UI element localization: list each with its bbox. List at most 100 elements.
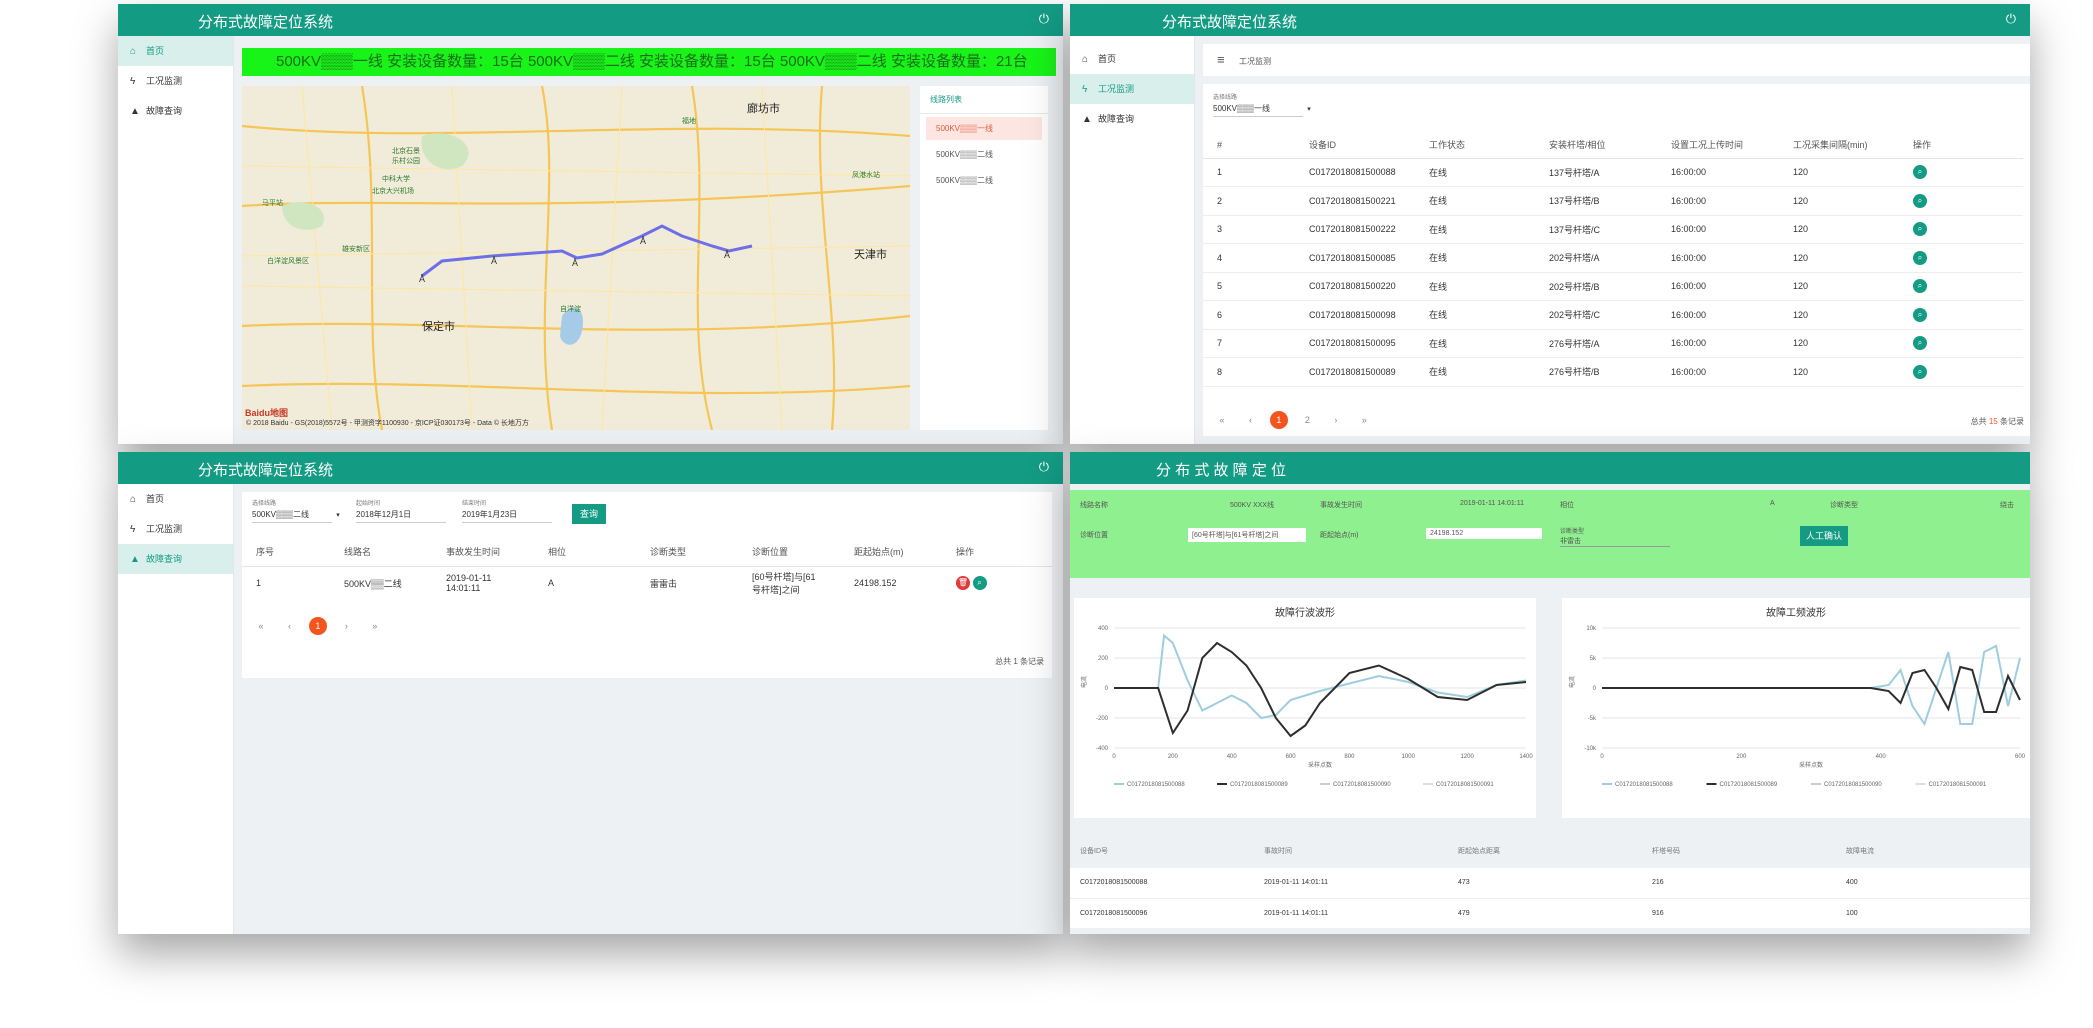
pagination: « ‹ 1 2 › » xyxy=(1213,410,1379,429)
start-date-field[interactable]: 起始时间 2018年12月1日 xyxy=(356,498,446,523)
line-select[interactable]: 选择线路 500KV▒▒▒二线 ▾ xyxy=(252,498,340,523)
page-prev[interactable]: ‹ xyxy=(280,617,298,635)
table-header-row: # 设备ID 工作状态 安装杆塔/相位 设置工况上传时间 工况采集间隔(min)… xyxy=(1203,132,2023,158)
power-icon[interactable]: ⏻ xyxy=(2006,11,2016,27)
manual-type-select[interactable]: 非雷击 xyxy=(1560,536,1670,547)
y-axis-label: 电流 xyxy=(1568,676,1576,688)
sidebar-item-fault[interactable]: ▲ 故障查询 xyxy=(1070,104,1194,134)
sidebar: ⌂ 首页 ϟ 工况监测 ▲ 故障查询 xyxy=(1070,36,1195,444)
table-cell-action: ⌕ xyxy=(1912,244,2023,273)
legend-label[interactable]: C0172018081500090 xyxy=(1824,782,1882,788)
search-icon[interactable]: ⌕ xyxy=(1913,250,1927,265)
legend-label[interactable]: C0172018081500091 xyxy=(1436,782,1494,788)
line-list-header: 线路列表 xyxy=(920,86,1048,114)
map-place-label: 雄安新区 xyxy=(342,246,370,253)
map-place-label: 马平站 xyxy=(262,200,283,207)
sidebar-item-home[interactable]: ⌂ 首页 xyxy=(118,484,233,514)
detail-screenshot: 分 布 式 故 障 定 位 线路名称 500KV XXX线 事故发生时间 201… xyxy=(1070,452,2030,934)
manual-confirm-button[interactable]: 人工确认 xyxy=(1800,526,1848,546)
detail-value[interactable]: [60号杆塔]与[61号杆塔]之间 xyxy=(1188,528,1306,542)
total-suffix: 条记录 xyxy=(2000,417,2024,426)
power-icon[interactable]: ⏻ xyxy=(1039,11,1049,27)
sidebar-item-home[interactable]: ⌂ 首页 xyxy=(1070,44,1194,74)
line-select[interactable]: 选择线路 500KV▒▒▒一线 ▾ xyxy=(1213,92,1311,117)
legend-label[interactable]: C0172018081500090 xyxy=(1333,782,1391,788)
table-row[interactable]: 1 500KV▒▒二线 2019-01-11 14:01:11 A 雷雷击 [60… xyxy=(242,566,1052,600)
end-date-field[interactable]: 结束时间 2019年1月23日 xyxy=(462,498,552,523)
cell-type: 雷雷击 xyxy=(650,578,678,589)
sidebar-item-fault[interactable]: ▲ 故障查询 xyxy=(118,96,233,126)
line-list-item[interactable]: 500KV▒▒▒一线 xyxy=(926,117,1042,140)
table-row[interactable]: 3 C0172018081500222 在线 137号杆塔/C 16:00:00 120 ⌕ xyxy=(1203,215,2023,244)
delete-icon[interactable]: 🗑 xyxy=(956,576,970,591)
table-cell-action: ⌕ xyxy=(1912,215,2023,244)
line-list-item[interactable]: 500KV▒▒▒二线 xyxy=(926,169,1042,192)
sidebar-item-label: 故障查询 xyxy=(146,106,183,116)
search-icon[interactable]: ⌕ xyxy=(1913,336,1927,351)
sidebar-item-fault[interactable]: ▲ 故障查询 xyxy=(118,544,233,574)
cell-actions: 🗑 ⌕ xyxy=(955,566,1052,600)
table-row[interactable]: 1 C0172018081500088 在线 137号杆塔/A 16:00:00 120 ⌕ xyxy=(1203,158,2023,187)
chevron-down-icon: ▾ xyxy=(336,512,340,519)
col-header: 安装杆塔/相位 xyxy=(1549,140,1606,151)
page-first[interactable]: « xyxy=(1213,411,1231,429)
search-icon[interactable]: ⌕ xyxy=(1913,222,1927,237)
page-last[interactable]: » xyxy=(366,617,384,635)
query-button[interactable]: 查询 xyxy=(572,504,606,524)
table-cell: 120 xyxy=(1793,309,1809,320)
table-cell: 4 xyxy=(1217,252,1223,263)
search-icon[interactable]: ⌕ xyxy=(1913,364,1927,379)
table-cell: 137号杆塔/C xyxy=(1549,224,1601,235)
table-cell: 3 xyxy=(1217,224,1223,235)
page-first[interactable]: « xyxy=(252,617,270,635)
legend-label[interactable]: C0172018081500089 xyxy=(1720,782,1778,788)
table-cell: 16:00:00 xyxy=(1671,281,1707,292)
search-icon[interactable]: ⌕ xyxy=(1913,193,1927,208)
table-header-row: 序号 线路名 事故发生时间 相位 诊断类型 诊断位置 距起始点(m) 操作 xyxy=(242,538,1052,566)
table-row[interactable]: 5 C0172018081500220 在线 202号杆塔/B 16:00:00 120 ⌕ xyxy=(1203,272,2023,301)
table-row[interactable]: 7 C0172018081500095 在线 276号杆塔/A 16:00:00 120 ⌕ xyxy=(1203,329,2023,358)
detail-value[interactable]: 24198.152 xyxy=(1426,528,1542,539)
page-2[interactable]: 2 xyxy=(1298,411,1316,429)
page-next[interactable]: › xyxy=(1327,411,1345,429)
map-roads: Å Å Å Å Å xyxy=(242,86,910,430)
power-icon[interactable]: ⏻ xyxy=(1039,459,1049,475)
page-last[interactable]: » xyxy=(1355,411,1373,429)
legend-label[interactable]: C0172018081500089 xyxy=(1230,782,1288,788)
table-row[interactable]: 8 C0172018081500089 在线 276号杆塔/B 16:00:00 120 ⌕ xyxy=(1203,358,2023,386)
search-icon[interactable]: ⌕ xyxy=(1913,165,1927,180)
search-icon[interactable]: ⌕ xyxy=(1913,279,1927,294)
legend-label[interactable]: C0172018081500091 xyxy=(1929,782,1987,788)
line-select-value: 500KV▒▒▒一线 xyxy=(1213,103,1303,117)
detail-value: 500KV XXX线 xyxy=(1230,502,1274,509)
detail-label: 诊断类型 xyxy=(1830,502,1858,509)
table-cell: 479 xyxy=(1458,909,1470,917)
main-content: 选择线路 500KV▒▒▒二线 ▾ 起始时间 2018年12月1日 结束时间 2… xyxy=(234,484,1063,934)
page-1[interactable]: 1 xyxy=(308,617,327,635)
table-row[interactable]: C0172018081500096 2019-01-11 14:01:11 47… xyxy=(1070,898,2030,928)
legend-label[interactable]: C0172018081500088 xyxy=(1127,782,1185,788)
table-cell: 276号杆塔/B xyxy=(1549,367,1600,378)
table-row[interactable]: 2 C0172018081500221 在线 137号杆塔/B 16:00:00 120 ⌕ xyxy=(1203,187,2023,216)
sidebar-item-monitor[interactable]: ϟ 工况监测 xyxy=(118,66,233,96)
page-prev[interactable]: ‹ xyxy=(1241,411,1259,429)
sidebar-item-home[interactable]: ⌂ 首页 xyxy=(118,36,233,66)
search-icon[interactable]: ⌕ xyxy=(972,576,987,591)
page-next[interactable]: › xyxy=(337,617,355,635)
legend-label[interactable]: C0172018081500088 xyxy=(1615,782,1673,788)
table-row[interactable]: 4 C0172018081500085 在线 202号杆塔/A 16:00:00 120 ⌕ xyxy=(1203,244,2023,273)
line-list-item[interactable]: 500KV▒▒▒二线 xyxy=(926,143,1042,166)
sidebar-item-monitor[interactable]: ϟ 工况监测 xyxy=(118,514,233,544)
page-1[interactable]: 1 xyxy=(1269,411,1288,429)
table-row[interactable]: C0172018081500088 2019-01-11 14:01:11 47… xyxy=(1070,868,2030,898)
fault-query-card: 选择线路 500KV▒▒▒二线 ▾ 起始时间 2018年12月1日 结束时间 2… xyxy=(242,492,1052,678)
table-cell: 100 xyxy=(1846,909,1858,917)
sidebar-item-monitor[interactable]: ϟ 工况监测 xyxy=(1070,74,1194,104)
table-row[interactable]: 6 C0172018081500098 在线 202号杆塔/C 16:00:00 120 ⌕ xyxy=(1203,301,2023,329)
detail-value: A xyxy=(1770,500,1775,507)
table-cell-action: ⌕ xyxy=(1912,187,2023,216)
search-icon[interactable]: ⌕ xyxy=(1913,307,1927,322)
menu-icon[interactable]: ≡ xyxy=(1217,52,1225,67)
map-view[interactable]: Å Å Å Å Å 廊坊市 天津市 保定市 北京石景 乐村公园 中科大学 马平站 北京大… xyxy=(242,86,910,430)
x-tick-label: 0 xyxy=(1112,754,1116,760)
